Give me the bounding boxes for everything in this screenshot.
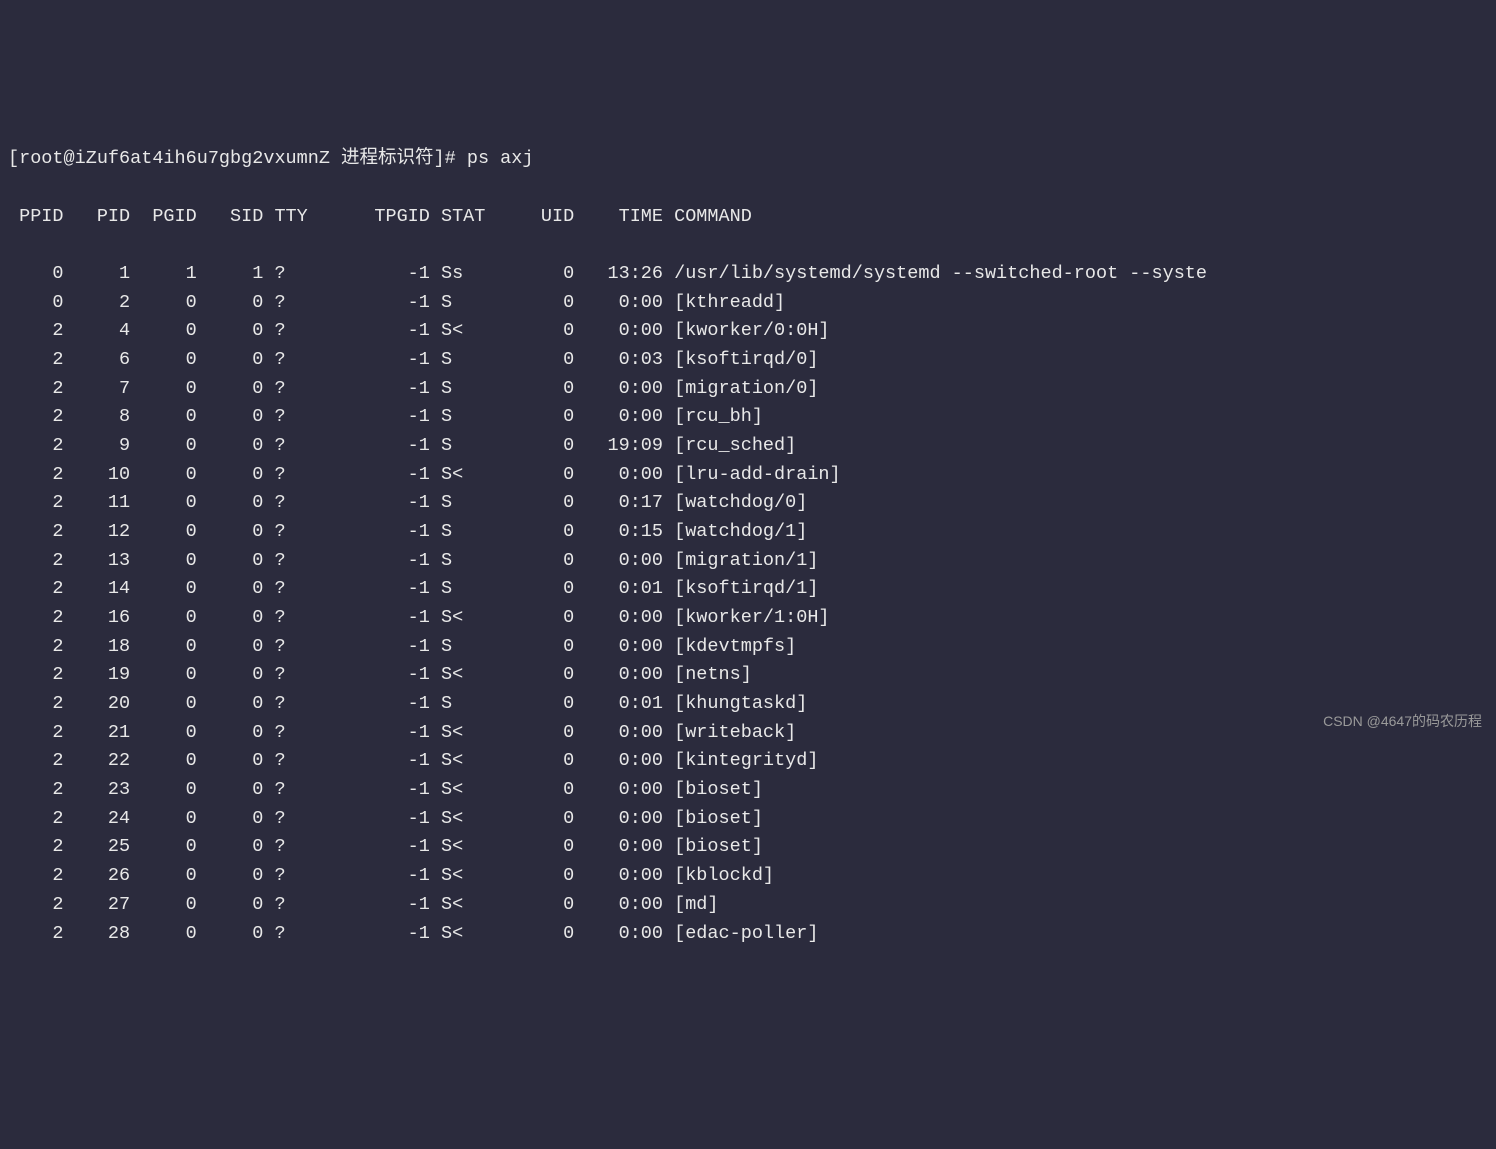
table-row: 0 1 1 1 ? -1 Ss 0 13:26 /usr/lib/systemd… (8, 260, 1488, 289)
table-row: 2 7 0 0 ? -1 S 0 0:00 [migration/0] (8, 375, 1488, 404)
table-row: 2 26 0 0 ? -1 S< 0 0:00 [kblockd] (8, 862, 1488, 891)
table-row: 2 23 0 0 ? -1 S< 0 0:00 [bioset] (8, 776, 1488, 805)
table-row: 2 14 0 0 ? -1 S 0 0:01 [ksoftirqd/1] (8, 575, 1488, 604)
table-row: 2 8 0 0 ? -1 S 0 0:00 [rcu_bh] (8, 403, 1488, 432)
prompt-text: [root@iZuf6at4ih6u7gbg2vxumnZ 进程标识符]# (8, 148, 467, 169)
table-row: 2 6 0 0 ? -1 S 0 0:03 [ksoftirqd/0] (8, 346, 1488, 375)
table-row: 2 27 0 0 ? -1 S< 0 0:00 [md] (8, 891, 1488, 920)
watermark-text: CSDN @4647的码农历程 (1323, 711, 1482, 733)
table-row: 2 25 0 0 ? -1 S< 0 0:00 [bioset] (8, 833, 1488, 862)
table-row: 2 22 0 0 ? -1 S< 0 0:00 [kintegrityd] (8, 747, 1488, 776)
table-row: 2 11 0 0 ? -1 S 0 0:17 [watchdog/0] (8, 489, 1488, 518)
ps-header-row: PPID PID PGID SID TTY TPGID STAT UID TIM… (8, 203, 1488, 232)
table-row: 2 19 0 0 ? -1 S< 0 0:00 [netns] (8, 661, 1488, 690)
table-row: 2 24 0 0 ? -1 S< 0 0:00 [bioset] (8, 805, 1488, 834)
table-row: 0 2 0 0 ? -1 S 0 0:00 [kthreadd] (8, 289, 1488, 318)
table-row: 2 13 0 0 ? -1 S 0 0:00 [migration/1] (8, 547, 1488, 576)
table-row: 2 18 0 0 ? -1 S 0 0:00 [kdevtmpfs] (8, 633, 1488, 662)
table-row: 2 16 0 0 ? -1 S< 0 0:00 [kworker/1:0H] (8, 604, 1488, 633)
terminal-output: [root@iZuf6at4ih6u7gbg2vxumnZ 进程标识符]# ps… (8, 117, 1488, 977)
table-row: 2 12 0 0 ? -1 S 0 0:15 [watchdog/1] (8, 518, 1488, 547)
table-row: 2 10 0 0 ? -1 S< 0 0:00 [lru-add-drain] (8, 461, 1488, 490)
table-row: 2 28 0 0 ? -1 S< 0 0:00 [edac-poller] (8, 920, 1488, 949)
table-row: 2 4 0 0 ? -1 S< 0 0:00 [kworker/0:0H] (8, 317, 1488, 346)
command-text: ps axj (467, 148, 534, 169)
table-row: 2 20 0 0 ? -1 S 0 0:01 [khungtaskd] (8, 690, 1488, 719)
prompt-line: [root@iZuf6at4ih6u7gbg2vxumnZ 进程标识符]# ps… (8, 145, 1488, 174)
table-row: 2 9 0 0 ? -1 S 0 19:09 [rcu_sched] (8, 432, 1488, 461)
table-row: 2 21 0 0 ? -1 S< 0 0:00 [writeback] (8, 719, 1488, 748)
ps-rows: 0 1 1 1 ? -1 Ss 0 13:26 /usr/lib/systemd… (8, 260, 1488, 948)
